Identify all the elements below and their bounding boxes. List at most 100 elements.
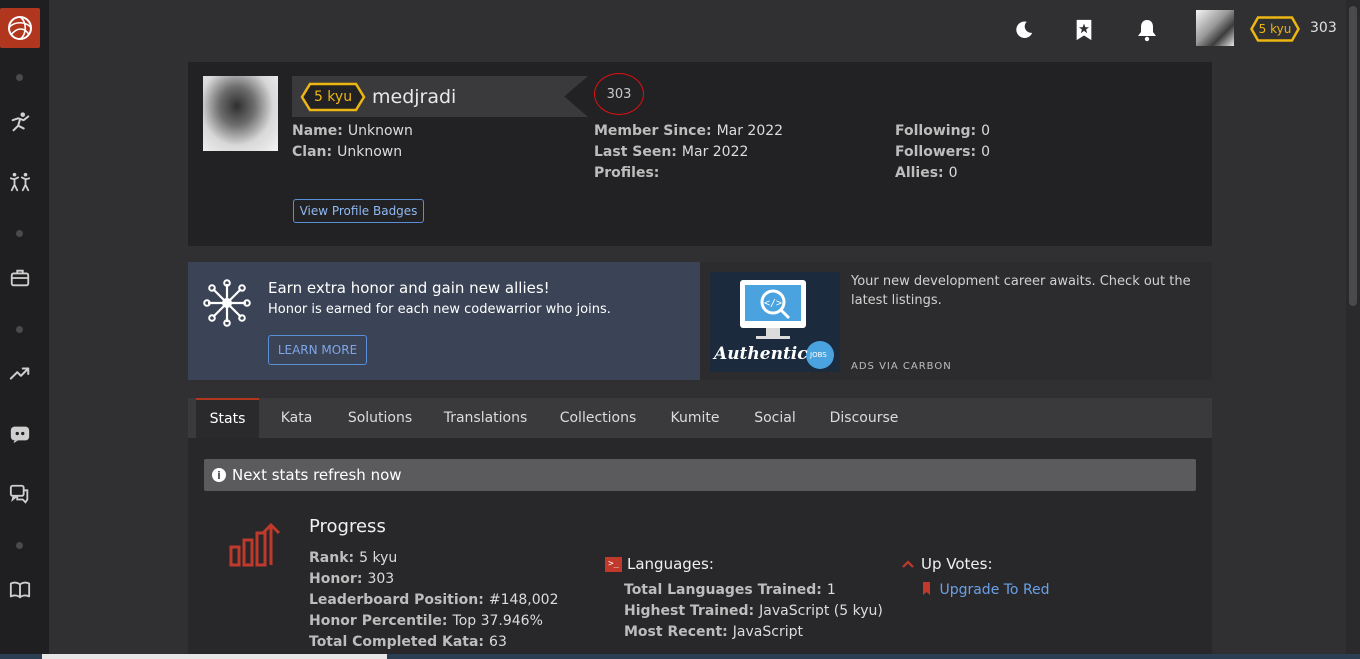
ads-via-carbon[interactable]: ADS VIA CARBON [851,361,952,372]
topbar-rank-label: 5 kyu [1258,22,1292,36]
progress-chart-icon [229,522,281,567]
highest-trained-value: JavaScript (5 kyu) [759,603,883,619]
referral-subtitle: Honor is earned for each new codewarrior… [268,302,611,317]
ad-text[interactable]: Your new development career awaits. Chec… [851,272,1191,310]
tab-kata[interactable]: Kata [268,398,325,438]
profile-avatar [203,76,278,151]
tab-kumite[interactable]: Kumite [660,398,730,438]
upvotes-title: Up Votes: [921,555,993,573]
following-label: Following: [895,123,977,139]
upgrade-to-red-link[interactable]: Upgrade To Red [939,582,1049,598]
network-icon [203,279,251,327]
learn-more-button[interactable]: LEARN MORE [268,335,367,365]
honor-stat: Honor: 303 [309,571,394,587]
sidebar-divider-dot [16,74,23,81]
allies-row: Allies: 0 [895,165,958,181]
languages-trained-value: 1 [826,582,836,598]
svg-text:</>: </> [764,298,782,309]
following-row: Following: 0 [895,123,990,139]
ad-jobs-badge: JOBS [810,351,827,359]
upgrade-to-red-row: Upgrade To Red [922,582,1050,598]
bottom-strip [0,654,1360,659]
view-profile-badges-button[interactable]: View Profile Badges [293,199,424,223]
refresh-text: Next stats refresh now [232,466,402,484]
stats-panel: i Next stats refresh now Progress Rank: 5… [188,438,1212,659]
ad-brand-text: Authentic [714,344,808,364]
followers-label: Followers: [895,144,977,160]
briefcase-icon[interactable] [8,266,32,290]
last-seen-label: Last Seen: [594,144,677,160]
codewars-logo-icon[interactable] [0,8,40,48]
profile-name-row: Name: Unknown [292,123,413,139]
page-scrollbar[interactable] [1346,0,1360,659]
languages-trained-stat: Total Languages Trained: 1 [624,582,836,598]
dark-mode-moon-icon[interactable] [1012,18,1036,42]
profile-rank-label: 5 kyu [313,88,353,105]
clan-value: Unknown [337,144,403,160]
info-icon: i [212,468,226,482]
highest-trained-stat: Highest Trained: JavaScript (5 kyu) [624,603,883,619]
profile-rank-badge: 5 kyu [300,82,366,112]
last-seen-value: Mar 2022 [681,144,749,160]
percentile-stat: Honor Percentile: Top 37.946% [309,613,543,629]
notifications-bell-icon[interactable] [1135,18,1159,42]
chevron-up-icon [902,560,914,568]
honor-label: Honor: [309,571,363,587]
leaderboard-stat: Leaderboard Position: #148,002 [309,592,558,608]
followers-row: Followers: 0 [895,144,990,160]
scrollbar-thumb[interactable] [1349,6,1357,306]
ad-image[interactable]: </> Authentic JOBS [710,272,840,372]
discord-icon[interactable] [8,422,32,446]
highest-trained-label: Highest Trained: [624,603,755,619]
honor-value: 303 [367,571,395,587]
rank-label: Rank: [309,550,355,566]
trending-up-icon[interactable] [8,362,32,386]
sidebar-divider-dot [16,542,23,549]
bookmark-icon[interactable] [1072,18,1096,42]
most-recent-value: JavaScript [732,624,803,640]
referral-title: Earn extra honor and gain new allies! [268,279,550,297]
tab-translations[interactable]: Translations [435,398,536,438]
leaderboard-label: Leaderboard Position: [309,592,484,608]
carbon-ad[interactable]: </> Authentic JOBS Your new development … [700,262,1212,380]
rank-stat: Rank: 5 kyu [309,550,397,566]
completed-label: Total Completed Kata: [309,634,485,650]
most-recent-label: Most Recent: [624,624,728,640]
practice-icon[interactable] [8,110,32,134]
name-value: Unknown [347,123,413,139]
referral-banner: Earn extra honor and gain new allies! Ho… [188,262,700,380]
stats-refresh-notice: i Next stats refresh now [204,459,1196,491]
leaderboard-value: #148,002 [488,592,559,608]
compete-icon[interactable] [8,170,32,194]
upvotes-section-title: Up Votes: [902,555,993,573]
book-icon[interactable] [8,578,32,602]
tab-discourse[interactable]: Discourse [821,398,907,438]
following-value: 0 [981,123,991,139]
profile-card: 5 kyu medjradi 303 Name: Unknown Clan: Unk… [188,62,1212,246]
progress-title: Progress [309,516,386,537]
bottom-strip-segment [42,654,387,659]
terminal-icon: >_ [605,556,622,572]
tab-collections[interactable]: Collections [550,398,646,438]
profile-username: medjradi [372,85,457,108]
completed-kata-stat: Total Completed Kata: 63 [309,634,507,650]
profile-tabs: Stats Kata Solutions Translations Collec… [188,398,1212,438]
member-since-row: Member Since: Mar 2022 [594,123,783,139]
profile-name-banner: 5 kyu medjradi [292,76,588,117]
member-since-value: Mar 2022 [716,123,784,139]
completed-value: 63 [489,634,507,650]
last-seen-row: Last Seen: Mar 2022 [594,144,748,160]
tab-stats[interactable]: Stats [196,398,259,438]
tab-social[interactable]: Social [745,398,805,438]
profiles-row: Profiles: [594,165,664,181]
languages-title: Languages: [627,555,714,573]
chat-icon[interactable] [8,482,32,506]
rank-value: 5 kyu [359,550,398,566]
topbar-rank-badge[interactable]: 5 kyu [1250,16,1300,42]
languages-section-title: >_ Languages: [605,555,714,573]
allies-value: 0 [948,165,958,181]
user-avatar[interactable] [1196,10,1234,46]
allies-label: Allies: [895,165,944,181]
tab-solutions[interactable]: Solutions [336,398,424,438]
topbar-honor: 303 [1310,20,1337,36]
